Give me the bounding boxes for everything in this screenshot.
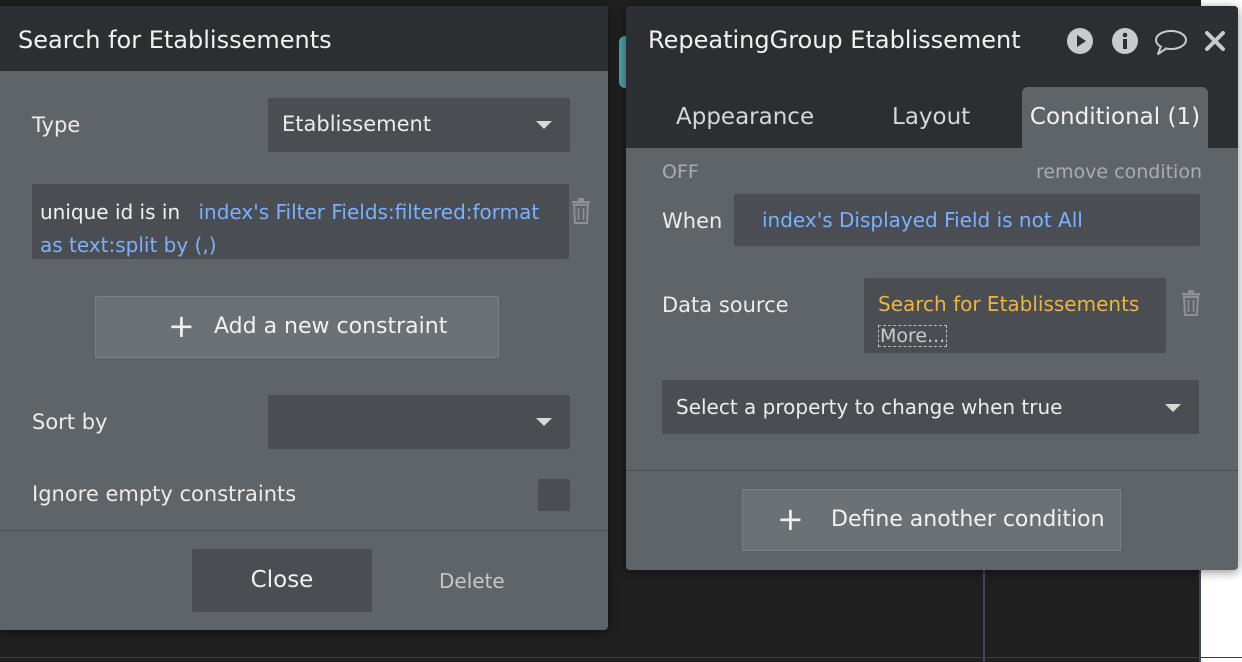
property-select-placeholder: Select a property to change when true — [676, 395, 1063, 419]
data-source-field[interactable]: Search for Etablissements More... — [864, 278, 1166, 353]
comment-icon[interactable] — [1154, 28, 1188, 60]
chevron-down-icon — [536, 418, 552, 426]
when-expression-field[interactable]: index's Displayed Field is not All — [734, 194, 1200, 246]
type-dropdown-value: Etablissement — [282, 112, 432, 136]
property-editor-panel: RepeatingGroup Etablissement Appearance … — [626, 6, 1238, 570]
chevron-down-icon — [536, 121, 552, 129]
chevron-down-icon — [1165, 404, 1181, 412]
sort-by-label: Sort by — [32, 410, 108, 434]
when-expression: index's Displayed Field is not All — [762, 208, 1083, 232]
play-icon[interactable] — [1066, 27, 1094, 59]
constraint-row[interactable]: unique id is in index's Filter Fields:fi… — [32, 184, 569, 259]
tab-conditional-label: Conditional (1) — [1029, 104, 1201, 130]
delete-button[interactable]: Delete — [439, 569, 505, 593]
data-source-label: Data source — [662, 293, 789, 317]
trash-icon[interactable] — [1180, 290, 1202, 320]
condition-toggle[interactable]: OFF — [662, 161, 699, 183]
property-select-dropdown[interactable]: Select a property to change when true — [662, 380, 1199, 434]
canvas-guide-line — [1199, 568, 1201, 662]
canvas-guide-line — [0, 657, 1242, 658]
divider — [0, 530, 608, 531]
close-button[interactable]: Close — [192, 549, 372, 612]
plus-icon: + — [777, 500, 804, 538]
tab-conditional[interactable]: Conditional (1) — [1022, 87, 1208, 148]
search-panel-header: Search for Etablissements — [0, 6, 608, 71]
define-condition-label: Define another condition — [831, 507, 1105, 532]
search-panel: Search for Etablissements Type Etablisse… — [0, 6, 608, 630]
element-title: RepeatingGroup Etablissement — [648, 26, 1021, 54]
plus-icon: + — [168, 307, 195, 345]
define-condition-button[interactable]: + Define another condition — [742, 489, 1121, 551]
ignore-empty-label: Ignore empty constraints — [32, 482, 297, 506]
sort-by-dropdown[interactable] — [268, 395, 570, 449]
type-dropdown[interactable]: Etablissement — [268, 98, 570, 152]
ignore-empty-checkbox[interactable] — [538, 479, 570, 511]
search-panel-title: Search for Etablissements — [18, 26, 332, 54]
property-editor-header: RepeatingGroup Etablissement Appearance … — [626, 6, 1238, 148]
tab-layout[interactable]: Layout — [892, 104, 970, 130]
tab-appearance[interactable]: Appearance — [676, 104, 814, 130]
divider — [626, 470, 1238, 471]
more-button[interactable]: More... — [878, 325, 948, 347]
info-icon[interactable] — [1111, 27, 1139, 59]
constraint-field-label: unique id is in — [40, 200, 181, 224]
canvas-guide-line — [983, 568, 985, 662]
type-label: Type — [32, 113, 81, 137]
data-source-value[interactable]: Search for Etablissements — [878, 292, 1139, 316]
when-label: When — [662, 209, 723, 233]
add-constraint-button[interactable]: + Add a new constraint — [95, 296, 499, 358]
add-constraint-label: Add a new constraint — [214, 314, 448, 339]
remove-condition-link[interactable]: remove condition — [1036, 161, 1202, 183]
close-icon[interactable] — [1204, 30, 1226, 56]
close-button-label: Close — [250, 567, 314, 593]
trash-icon[interactable] — [570, 198, 592, 228]
